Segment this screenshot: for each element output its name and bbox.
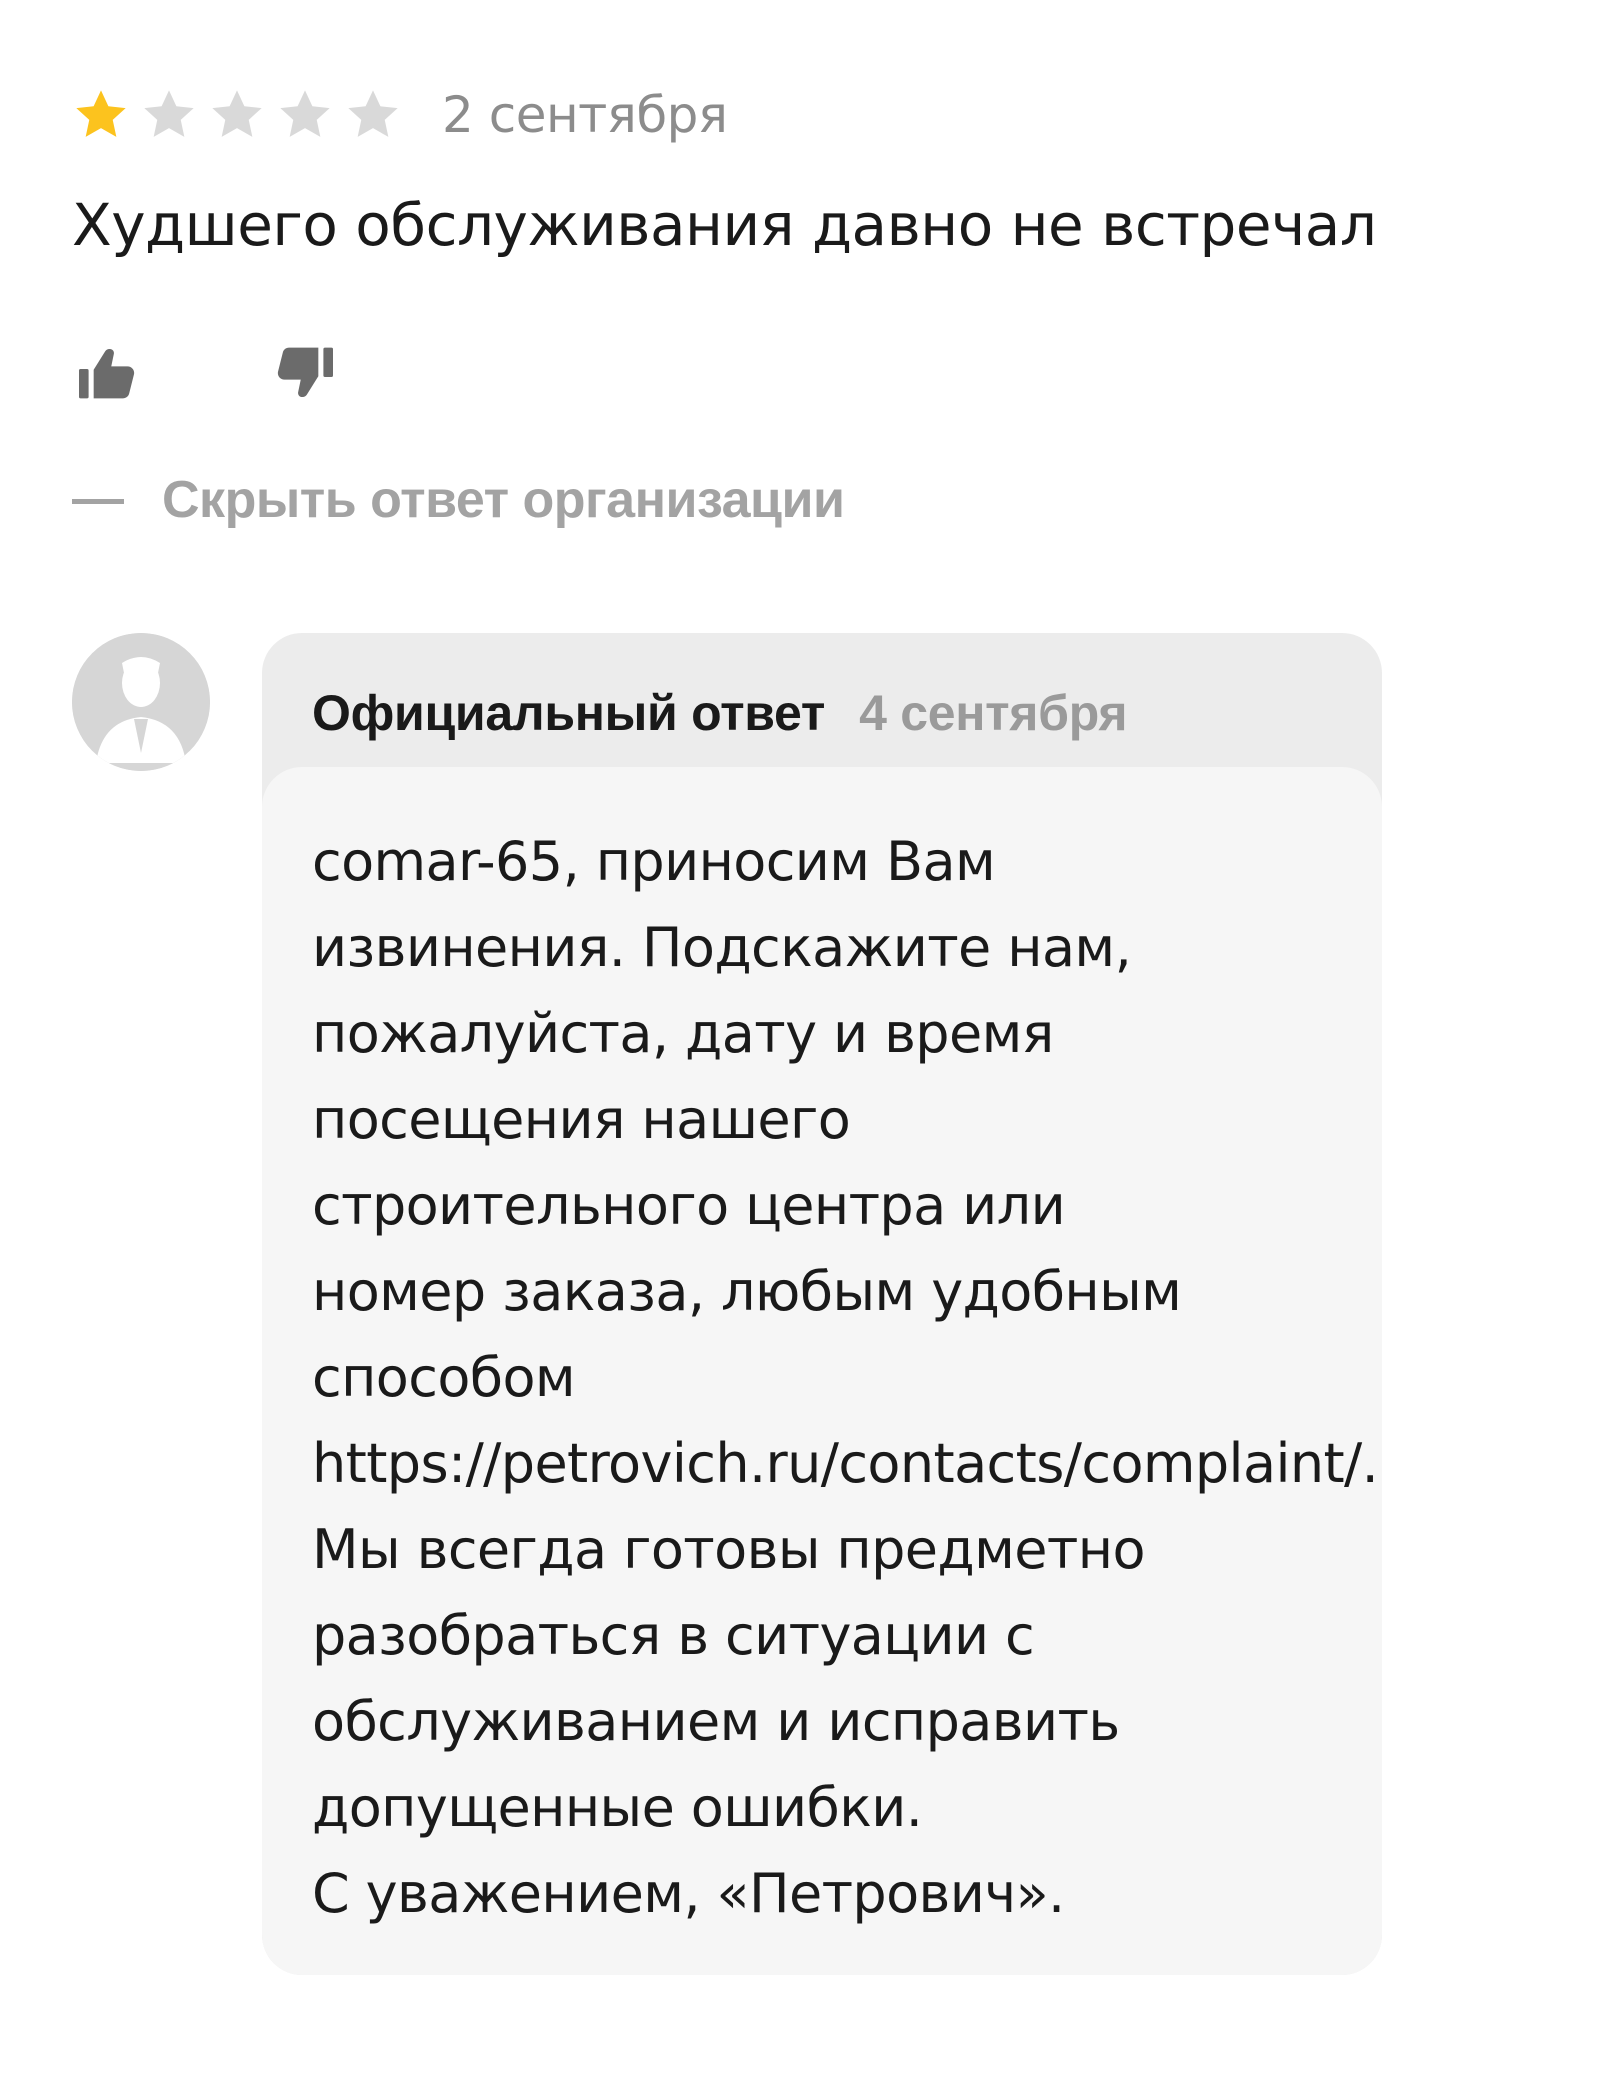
reply-signature: С уважением, «Петрович». <box>312 1862 1065 1925</box>
reactions <box>72 338 340 408</box>
complaint-link[interactable]: https://petrovich.ru/contacts/complaint/… <box>312 1421 1379 1507</box>
star-filled-icon <box>76 90 126 137</box>
hide-reply-label: Скрыть ответ организации <box>162 471 845 529</box>
reply-body: comar-65, приносим Вам извинения. Подска… <box>262 767 1382 1975</box>
rating-row: 2 сентября <box>72 80 728 150</box>
organization-avatar-icon <box>72 633 210 771</box>
dislike-button[interactable] <box>270 338 340 408</box>
reply-title: Официальный ответ <box>312 685 826 741</box>
reply-text-line: строительного центра или <box>312 1174 1066 1237</box>
like-button[interactable] <box>72 338 142 408</box>
reply-text-line: извинения. Подскажите нам, <box>312 916 1132 979</box>
reply-header: Официальный ответ 4 сентября <box>312 673 1128 753</box>
review-card: 2 сентября Худшего обслуживания давно не… <box>0 0 1600 2091</box>
reply-text-line: обслуживанием и исправить <box>312 1690 1120 1753</box>
reply-text-line: Мы всегда готовы предметно <box>312 1518 1146 1581</box>
dash-icon <box>72 498 124 504</box>
star-empty-icon <box>212 90 262 137</box>
review-date: 2 сентября <box>442 86 728 144</box>
reply-text-line: пожалуйста, дату и время <box>312 1002 1054 1065</box>
reply-text-line: способом <box>312 1346 576 1409</box>
hide-reply-toggle[interactable]: Скрыть ответ организации <box>72 465 845 535</box>
organization-avatar <box>72 633 210 771</box>
star-empty-icon <box>280 90 330 137</box>
review-text: Худшего обслуживания давно не встречал <box>72 191 1377 259</box>
official-reply-card: Официальный ответ 4 сентября comar-65, п… <box>262 633 1382 1975</box>
reply-text-line: comar-65, приносим Вам <box>312 830 996 893</box>
reply-text-line: допущенные ошибки. <box>312 1776 923 1839</box>
reply-text: comar-65, приносим Вам извинения. Подска… <box>312 819 1379 1937</box>
star-rating <box>72 86 402 144</box>
star-empty-icon <box>348 90 398 137</box>
thumbs-down-icon <box>277 347 333 397</box>
star-empty-icon <box>144 90 194 137</box>
reply-text-line: номер заказа, любым удобным <box>312 1260 1182 1323</box>
thumbs-up-icon <box>79 349 135 399</box>
reply-date: 4 сентября <box>859 685 1128 741</box>
reply-text-line: разобраться в ситуации с <box>312 1604 1035 1667</box>
reply-text-line: посещения нашего <box>312 1088 851 1151</box>
